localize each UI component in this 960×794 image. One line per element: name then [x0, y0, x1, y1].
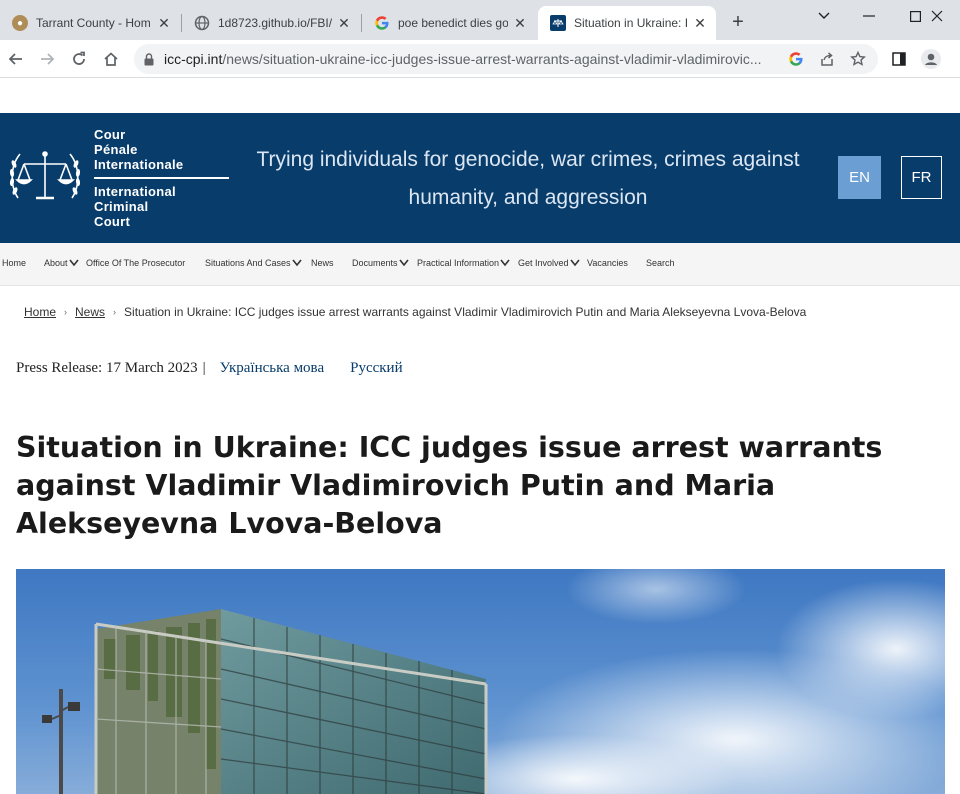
brand-fr-line: Pénale	[94, 142, 138, 157]
browser-toolbar: icc-cpi.int/news/situation-ukraine-icc-j…	[0, 40, 960, 78]
new-tab-button[interactable]: +	[726, 10, 750, 34]
main-navigation: Home About Office Of The Prosecutor Situ…	[0, 243, 960, 286]
icc-icon	[550, 15, 566, 31]
language-en-button[interactable]: EN	[838, 156, 881, 199]
brand-en-line: Court	[94, 214, 131, 229]
icc-scales-logo-icon[interactable]	[8, 140, 82, 214]
breadcrumb-home-link[interactable]: Home	[24, 305, 56, 319]
close-tab-icon[interactable]: ✕	[336, 15, 352, 31]
tab-search-icon[interactable]	[801, 0, 847, 32]
nav-item-label: Home	[2, 258, 27, 268]
brand-en-line: Criminal	[94, 199, 149, 214]
nav-item-situations-and-cases[interactable]: Situations And Cases	[205, 258, 303, 268]
close-tab-icon[interactable]: ✕	[692, 15, 708, 31]
ukrainian-language-link[interactable]: Українська мова	[220, 360, 324, 377]
brand-divider	[94, 177, 229, 179]
header-tagline: Trying individuals for genocide, war cri…	[256, 148, 800, 209]
nav-item-label: Documents	[352, 258, 398, 268]
breadcrumb-separator-icon: ›	[113, 307, 117, 317]
globe-icon	[194, 15, 210, 31]
nav-item-label: Get Involved	[518, 258, 569, 268]
chevron-down-icon	[398, 259, 409, 267]
address-bar[interactable]: icc-cpi.int/news/situation-ukraine-icc-j…	[134, 44, 878, 74]
browser-tab[interactable]: 1d8723.github.io/FBI/ ✕	[182, 6, 360, 40]
nav-item-home[interactable]: Home	[2, 258, 26, 268]
press-release-meta: Press Release: 17 March 2023 | Українськ…	[16, 360, 403, 377]
breadcrumb-separator-icon: ›	[64, 307, 68, 317]
icc-wordmark[interactable]: Cour Pénale Internationale International…	[94, 127, 229, 229]
chevron-down-icon	[68, 259, 79, 267]
chevron-down-icon	[569, 259, 580, 267]
meta-divider: |	[202, 360, 206, 376]
article-headline: Situation in Ukraine: ICC judges issue a…	[16, 431, 883, 540]
site-header: Cour Pénale Internationale International…	[0, 113, 960, 243]
tab-title: 1d8723.github.io/FBI/	[218, 16, 332, 30]
url-text[interactable]: icc-cpi.int/news/situation-ukraine-icc-j…	[164, 51, 774, 67]
nav-item-label: Practical Information	[417, 258, 500, 268]
browser-tab[interactable]: poe benedict dies go ✕	[362, 6, 536, 40]
reload-button[interactable]	[65, 45, 93, 73]
brand-fr-line: Cour	[94, 127, 126, 142]
url-path: /news/situation-ukraine-icc-judges-issue…	[222, 51, 762, 67]
nav-item-about[interactable]: About	[44, 258, 80, 268]
nav-item-label: About	[44, 258, 68, 268]
nav-item-news[interactable]: News	[311, 258, 334, 268]
press-release-date: Press Release: 17 March 2023	[16, 360, 198, 376]
forward-button[interactable]	[33, 45, 61, 73]
nav-item-get-involved[interactable]: Get Involved	[518, 258, 581, 268]
breadcrumb: Home › News › Situation in Ukraine: ICC …	[24, 305, 806, 319]
russian-language-link[interactable]: Русский	[350, 360, 403, 377]
nav-item-vacancies[interactable]: Vacancies	[587, 258, 628, 268]
nav-item-documents[interactable]: Documents	[352, 258, 410, 268]
chevron-down-icon	[500, 259, 510, 267]
nav-item-label: Search	[646, 258, 675, 268]
close-window-button[interactable]	[914, 0, 960, 32]
nav-item-label: Vacancies	[587, 258, 628, 268]
google-lens-icon[interactable]	[786, 49, 806, 69]
profile-avatar-icon[interactable]	[917, 45, 945, 73]
browser-tab-active[interactable]: Situation in Ukraine: I ✕	[538, 6, 716, 40]
browser-tab-strip: ● Tarrant County - Hom ✕ 1d8723.github.i…	[0, 0, 960, 40]
google-icon	[374, 15, 390, 31]
chevron-down-icon	[291, 259, 302, 267]
nav-item-office-of-the-prosecutor[interactable]: Office Of The Prosecutor	[86, 258, 185, 268]
nav-item-label: Situations And Cases	[205, 258, 291, 268]
url-host: icc-cpi.int	[164, 51, 223, 67]
side-panel-icon[interactable]	[885, 45, 913, 73]
tab-title: poe benedict dies go	[398, 16, 508, 30]
nav-item-search[interactable]: Search	[646, 258, 675, 268]
seal-icon: ●	[12, 15, 28, 31]
nav-item-label: Office Of The Prosecutor	[86, 258, 186, 268]
close-tab-icon[interactable]: ✕	[512, 15, 528, 31]
language-fr-button[interactable]: FR	[901, 156, 942, 199]
brand-en-line: International	[94, 184, 176, 199]
breadcrumb-news-link[interactable]: News	[75, 305, 105, 319]
minimize-button[interactable]	[846, 0, 892, 32]
close-tab-icon[interactable]: ✕	[156, 15, 172, 31]
nav-item-practical-information[interactable]: Practical Information	[417, 258, 511, 268]
back-button[interactable]	[2, 45, 30, 73]
browser-tab[interactable]: ● Tarrant County - Hom ✕	[0, 6, 180, 40]
share-icon[interactable]	[817, 49, 837, 69]
home-button[interactable]	[97, 45, 125, 73]
bookmark-star-icon[interactable]	[848, 49, 868, 69]
tab-title: Tarrant County - Hom	[36, 16, 151, 30]
tab-title: Situation in Ukraine: I	[574, 16, 688, 30]
nav-item-label: News	[311, 258, 334, 268]
brand-fr-line: Internationale	[94, 157, 184, 172]
icc-building-photo	[16, 569, 945, 794]
lock-icon[interactable]	[134, 52, 164, 66]
breadcrumb-current: Situation in Ukraine: ICC judges issue a…	[124, 305, 807, 319]
